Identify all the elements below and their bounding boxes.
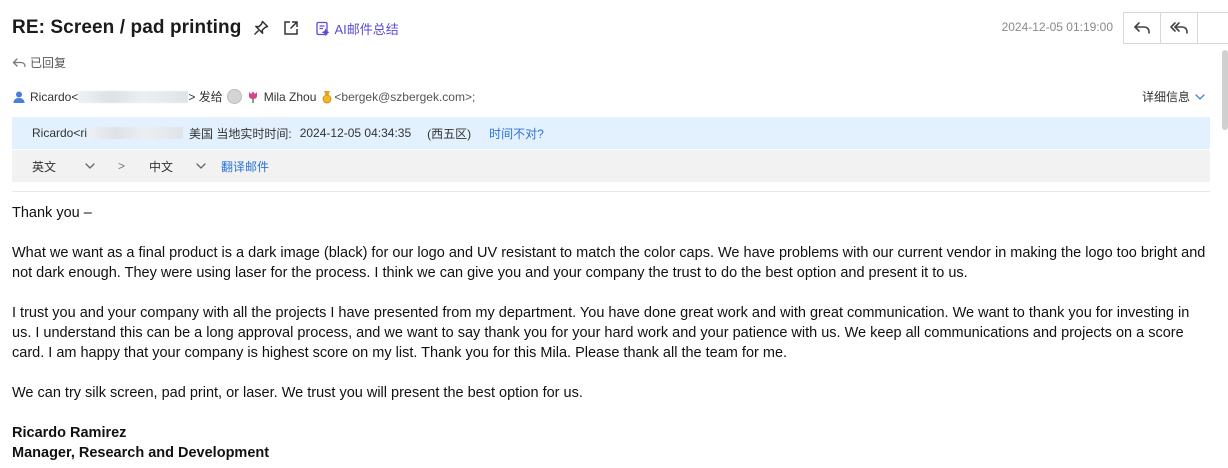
reply-all-button[interactable] [1161, 12, 1198, 44]
recipient-name[interactable]: Mila Zhou [264, 90, 317, 104]
timezone-bar: Ricardo<ri 美国 当地实时时间: 2024-12-05 04:34:3… [12, 117, 1210, 149]
ai-summary-button[interactable]: AI邮件总结 [315, 19, 399, 38]
sender-close: > 发给 [188, 90, 223, 104]
wrong-time-link[interactable]: 时间不对? [489, 125, 544, 142]
subject-row: RE: Screen / pad printing AI邮件总结 [12, 14, 399, 42]
redacted-email [78, 90, 189, 103]
open-external-icon[interactable] [281, 18, 301, 38]
tz-zone: (西五区) [427, 126, 472, 141]
target-language-select[interactable]: 中文 [149, 158, 207, 175]
reply-all-icon [1170, 22, 1188, 34]
target-language: 中文 [149, 159, 174, 174]
signature-title: Manager, Research and Development [12, 445, 270, 461]
body-paragraph-3: We can try silk screen, pad print, or la… [12, 385, 583, 401]
detail-info-toggle[interactable]: 详细信息 [1142, 88, 1206, 105]
badge-icon [226, 89, 242, 104]
sender-row: Ricardo< > 发给 Mila Zhou <bergek@szbergek… [12, 88, 475, 105]
pin-icon[interactable] [251, 18, 271, 38]
reply-button[interactable] [1123, 12, 1161, 44]
detail-info-label: 详细信息 [1141, 90, 1190, 104]
greeting: Thank you – [12, 205, 92, 221]
user-icon [13, 91, 25, 103]
ai-summary-icon [316, 21, 330, 36]
tz-local-time: 2024-12-05 04:34:35 [299, 126, 412, 140]
tz-country: 美国 当地实时时间: [189, 126, 292, 141]
email-date: 2024-12-05 01:19:00 [1001, 20, 1113, 34]
header-divider [12, 191, 1210, 192]
sender-name[interactable]: Ricardo< [30, 90, 78, 104]
source-language-select[interactable]: 英文 [32, 158, 96, 175]
tz-sender: Ricardo<ri [32, 126, 88, 140]
tz-redacted [87, 127, 184, 139]
scrollbar[interactable] [1222, 50, 1228, 130]
tulip-icon [248, 91, 257, 103]
translate-bar: 英文 > 中文 翻译邮件 [12, 150, 1210, 182]
replied-label: 已回复 [30, 56, 67, 70]
lang-arrow: > [118, 159, 126, 173]
ai-summary-label: AI邮件总结 [334, 21, 399, 37]
body-paragraph-2: I trust you and your company with all th… [12, 305, 1190, 361]
source-language: 英文 [32, 159, 57, 174]
more-actions-button[interactable] [1198, 12, 1228, 44]
recipient-email[interactable]: <bergek@szbergek.com>; [334, 90, 475, 104]
email-subject: RE: Screen / pad printing [12, 17, 242, 38]
body-paragraph-1: What we want as a final product is a dar… [12, 245, 1206, 281]
email-body: Thank you – What we want as a final prod… [12, 203, 1212, 463]
medal-icon [322, 90, 332, 103]
chevron-down-icon [1195, 93, 1205, 100]
chevron-down-icon [196, 163, 206, 169]
replied-icon [12, 57, 26, 67]
chevron-down-icon [85, 163, 95, 169]
replied-status: 已回复 [12, 54, 66, 71]
toolbar [1123, 12, 1228, 44]
translate-link[interactable]: 翻译邮件 [221, 158, 269, 175]
signature-name: Ricardo Ramirez [12, 425, 127, 441]
reply-icon [1134, 22, 1150, 34]
